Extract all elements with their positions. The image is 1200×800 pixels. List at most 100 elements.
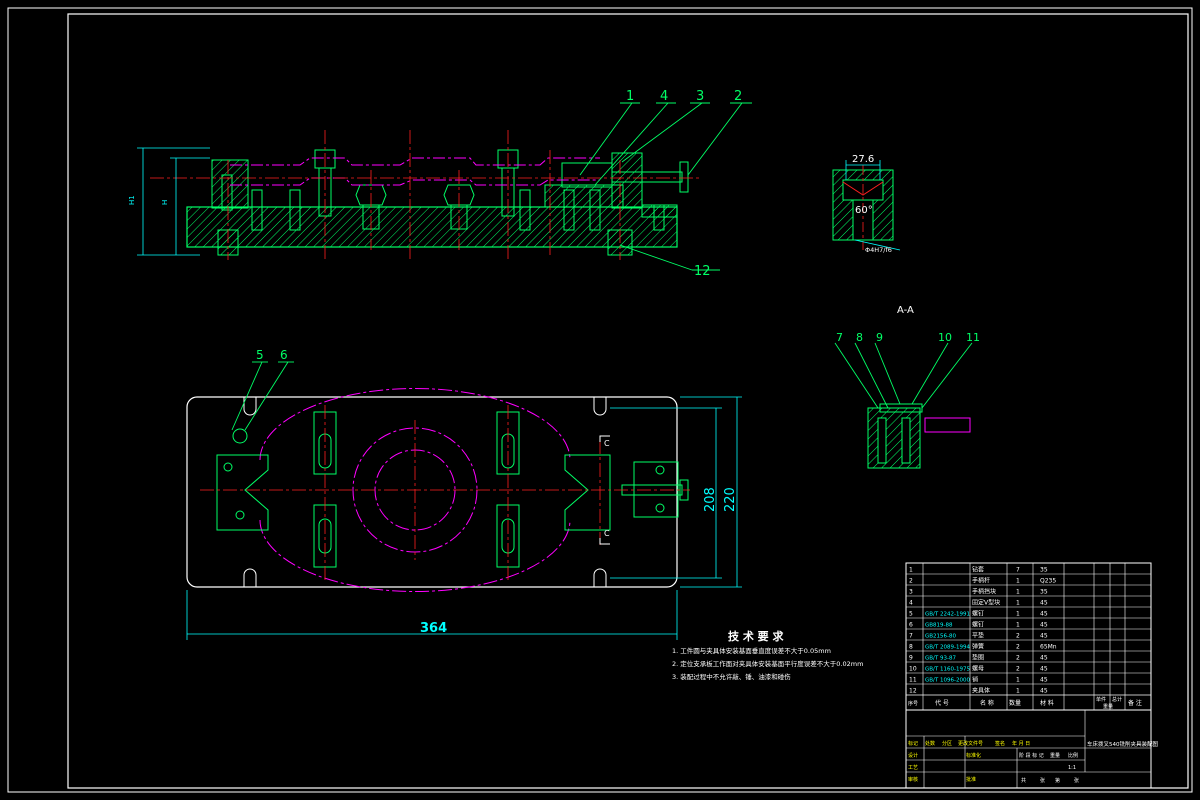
bom-cell-name: 垫圈 [972, 654, 984, 662]
bom-header-name: 名 称 [980, 699, 994, 707]
bom-cell-mat: 45 [1040, 655, 1048, 662]
drawing-name: 车床拨叉540铣削夹具装配图 [1087, 740, 1158, 748]
bom-cell-no: 7 [909, 633, 913, 640]
bom-cell-qty: 1 [1016, 622, 1020, 629]
plan-view: C C 5 6 364 208 220 [186, 348, 742, 640]
bom-table: 1 钻套 7 35 2 手柄杆 1 Q235 3 手柄挡块 1 35 4 固定V型块 1 45 5 GB/T 22… [905, 562, 1152, 711]
stage-label: 阶 段 标 记 [1019, 752, 1044, 759]
bom-cell-name: 钻套 [972, 566, 984, 574]
inner-frame [67, 13, 1189, 789]
front-view: H1 H 1 4 3 2 12 [128, 89, 752, 279]
bom-cell-no: 1 [909, 567, 913, 574]
bom-cell-no: 11 [909, 677, 917, 684]
weight-label: 重量 [1050, 752, 1060, 759]
bom-cell-name: 弹簧 [972, 643, 984, 651]
role-process: 工艺 [908, 765, 918, 771]
bom-cell-mat: 45 [1040, 633, 1048, 640]
dim-width-outer: 220 [723, 487, 738, 512]
balloon-12: 12 [694, 264, 711, 279]
cut-mark-top: C [604, 439, 610, 448]
bom-cell-no: 10 [909, 666, 917, 673]
bom-cell-qty: 1 [1016, 611, 1020, 618]
dim-detail-angle: 60° [855, 205, 873, 216]
bom-cell-mat: 45 [1040, 600, 1048, 607]
bom-cell-std: GB/T 2242-1991 [925, 612, 970, 618]
balloon-3: 3 [696, 89, 704, 104]
bom-cell-mat: 65Mn [1040, 644, 1057, 651]
bom-cell-no: 4 [909, 600, 913, 607]
dim-length: 364 [420, 621, 447, 636]
bom-header-qty: 数量 [1009, 699, 1021, 707]
bom-cell-mat: 45 [1040, 666, 1048, 673]
role-review: 审核 [908, 776, 918, 783]
balloon-8: 8 [856, 331, 863, 344]
bom-cell-mat: 45 [1040, 677, 1048, 684]
sheet-total-label: 共 [1021, 777, 1026, 784]
bom-cell-qty: 2 [1016, 644, 1020, 651]
bom-cell-no: 9 [909, 655, 913, 662]
sheet-no-label: 第 [1055, 777, 1060, 784]
bom-cell-qty: 2 [1016, 666, 1020, 673]
dim-height-2: H [161, 200, 169, 205]
mark-label: 标记 [908, 740, 918, 747]
bom-cell-mat: 45 [1040, 611, 1048, 618]
bom-header-mat: 材 料 [1040, 699, 1054, 707]
bom-cell-name: 手柄杆 [972, 577, 990, 585]
bom-cell-no: 8 [909, 644, 913, 651]
bom-cell-no: 5 [909, 611, 913, 618]
bom-rows: 1 钻套 7 35 2 手柄杆 1 Q235 3 手柄挡块 1 35 4 固定V型块 1 45 5 GB/T 22… [906, 566, 1151, 696]
tech-req-title: 技 术 要 求 [728, 629, 784, 643]
bom-cell-std: GB819-88 [925, 623, 953, 629]
tech-req-item-3: 3. 装配过程中不允许敲、锤、油漆和碰伤 [672, 672, 791, 681]
dim-width-inner: 208 [703, 487, 718, 512]
bom-cell-mat: 35 [1040, 567, 1048, 574]
change-doc-label: 更改文件号 [958, 740, 983, 747]
bom-cell-std: GB/T 1160-1975 [925, 667, 970, 673]
dim-fit: Φ4H7/f6 [865, 246, 892, 254]
section-a-a: A-A 7 8 9 10 11 [834, 305, 980, 469]
count-label: 处数 [925, 740, 935, 747]
tech-req-item-2: 2. 定位支承板工作面对夹具体安装基面平行度误差不大于0.02mm [672, 659, 863, 668]
bom-cell-qty: 1 [1016, 600, 1020, 607]
balloon-7: 7 [836, 331, 843, 344]
approve-label: 批准 [966, 776, 976, 783]
bom-cell-qty: 2 [1016, 633, 1020, 640]
bom-cell-std: GB/T 93-87 [925, 656, 956, 662]
std-label: 标准化 [966, 752, 981, 759]
bom-cell-std: GB2156-80 [925, 634, 957, 640]
bom-cell-name: 固定V型块 [972, 599, 1000, 607]
bom-header-std: 代 号 [935, 699, 949, 707]
balloon-9: 9 [876, 331, 883, 344]
bom-cell-no: 3 [909, 589, 913, 596]
bom-cell-std: GB/T 2089-1994 [925, 645, 970, 651]
bom-cell-qty: 1 [1016, 589, 1020, 596]
cut-mark-bottom: C [604, 529, 610, 538]
bom-cell-qty: 1 [1016, 677, 1020, 684]
detail-view: 27.6 60° Φ4H7/f6 [832, 154, 901, 254]
bom-cell-name: 螺钉 [972, 610, 984, 618]
bom-cell-mat: 45 [1040, 688, 1048, 695]
outer-frame [7, 7, 1193, 793]
sheet-total-unit: 张 [1040, 777, 1045, 784]
bom-cell-name: 销 [972, 676, 978, 684]
bom-cell-mat: 35 [1040, 589, 1048, 596]
role-design: 设计 [908, 752, 918, 759]
bom-cell-mat: Q235 [1040, 578, 1056, 585]
bom-cell-name: 手柄挡块 [972, 588, 996, 596]
dim-height-1: H1 [128, 195, 136, 205]
zone-label: 分区 [942, 740, 952, 747]
bom-cell-qty: 1 [1016, 578, 1020, 585]
sheet-no-unit: 张 [1074, 777, 1079, 784]
tech-req-item-1: 1. 工件圆与夹具体安装基面垂直度误差不大于0.05mm [672, 646, 831, 655]
bom-header-note: 备 注 [1128, 699, 1142, 707]
bom-cell-qty: 1 [1016, 688, 1020, 695]
balloon-1: 1 [626, 89, 634, 104]
balloon-11: 11 [966, 331, 980, 344]
bom-header-total-wt: 总计 [1112, 696, 1122, 703]
bom-cell-std: GB/T 1096-2000 [925, 678, 970, 684]
balloon-6: 6 [280, 348, 288, 362]
balloon-2: 2 [734, 89, 742, 104]
bom-header-no: 序号 [908, 700, 918, 707]
technical-requirements: 技 术 要 求 1. 工件圆与夹具体安装基面垂直度误差不大于0.05mm 2. … [672, 629, 863, 681]
bom-cell-name: 螺钉 [972, 621, 984, 629]
